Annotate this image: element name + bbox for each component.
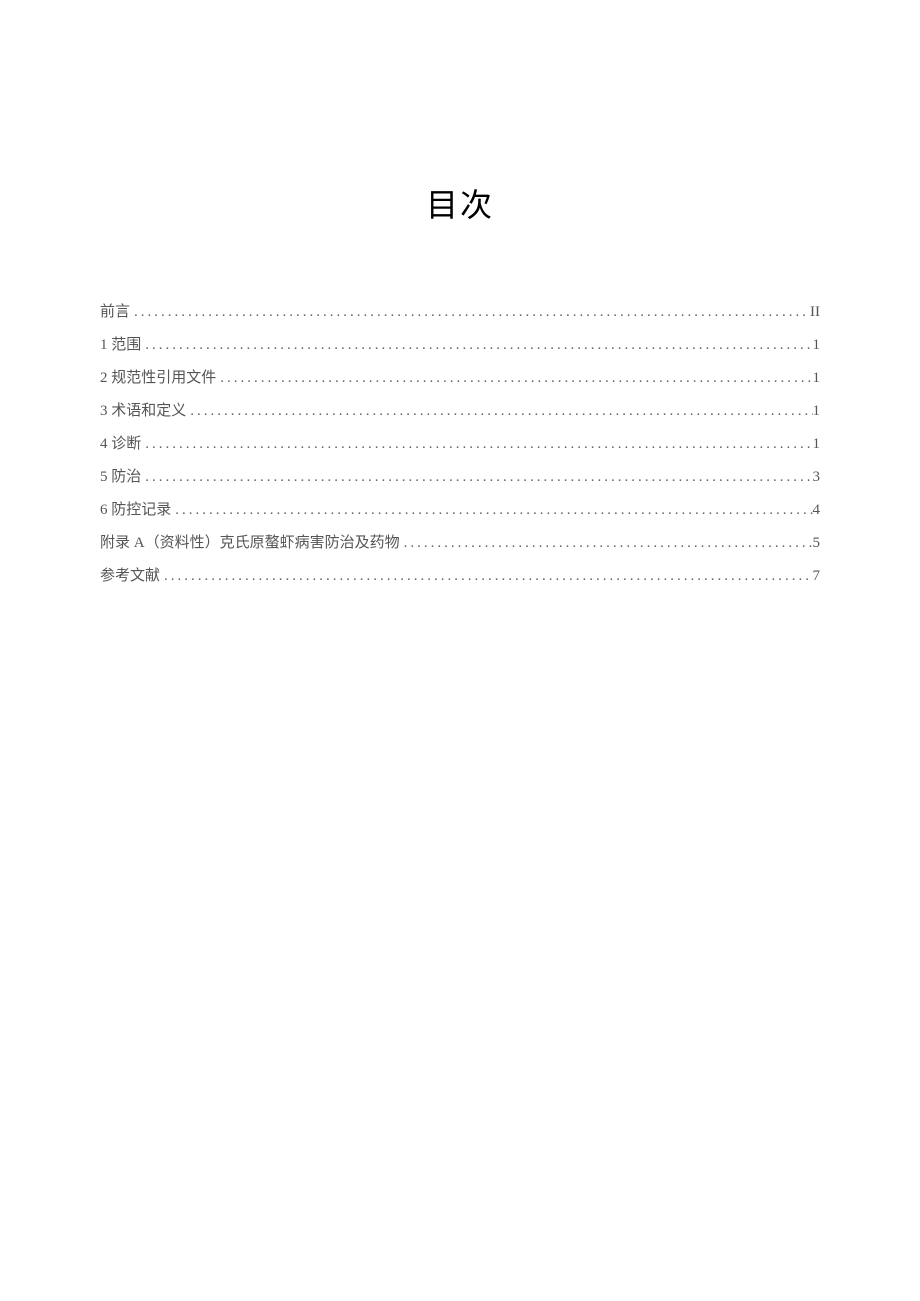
toc-leader-dots <box>141 461 812 494</box>
toc-leader-dots <box>400 527 813 560</box>
toc-entry-label: 6 防控记录 <box>100 494 171 527</box>
toc-entry: 5 防治 3 <box>100 461 820 494</box>
toc-entry-page: 1 <box>813 329 821 362</box>
toc-entry: 前言 II <box>100 296 820 329</box>
toc-entry-label: 1 范围 <box>100 329 141 362</box>
toc-leader-dots <box>171 494 812 527</box>
toc-leader-dots <box>130 296 810 329</box>
toc-entry: 4 诊断 1 <box>100 428 820 461</box>
toc-leader-dots <box>186 395 812 428</box>
toc-list: 前言 II 1 范围 1 2 规范性引用文件 1 3 术语和定义 1 4 诊断 … <box>100 296 820 593</box>
toc-entry-label: 参考文献 <box>100 560 160 593</box>
toc-entry-label: 前言 <box>100 296 130 329</box>
toc-entry-label: 附录 A（资料性）克氏原螯虾病害防治及药物 <box>100 527 400 560</box>
toc-entry-page: 1 <box>813 428 821 461</box>
document-page: 目次 前言 II 1 范围 1 2 规范性引用文件 1 3 术语和定义 1 4 … <box>0 0 920 593</box>
toc-entry-label: 4 诊断 <box>100 428 141 461</box>
toc-entry-label: 3 术语和定义 <box>100 395 186 428</box>
toc-title: 目次 <box>100 180 820 226</box>
toc-entry-page: 1 <box>813 362 821 395</box>
toc-entry-page: 1 <box>813 395 821 428</box>
toc-entry-page: 5 <box>813 527 821 560</box>
toc-entry-label: 2 规范性引用文件 <box>100 362 216 395</box>
toc-entry-page: 4 <box>813 494 821 527</box>
toc-entry: 6 防控记录 4 <box>100 494 820 527</box>
toc-entry: 参考文献 7 <box>100 560 820 593</box>
toc-leader-dots <box>160 560 812 593</box>
toc-leader-dots <box>141 329 812 362</box>
toc-entry-page: II <box>810 296 820 329</box>
toc-entry-page: 3 <box>813 461 821 494</box>
toc-entry: 2 规范性引用文件 1 <box>100 362 820 395</box>
toc-entry: 附录 A（资料性）克氏原螯虾病害防治及药物 5 <box>100 527 820 560</box>
toc-entry-label: 5 防治 <box>100 461 141 494</box>
toc-entry: 1 范围 1 <box>100 329 820 362</box>
toc-entry: 3 术语和定义 1 <box>100 395 820 428</box>
toc-leader-dots <box>216 362 812 395</box>
toc-leader-dots <box>141 428 812 461</box>
toc-entry-page: 7 <box>813 560 821 593</box>
